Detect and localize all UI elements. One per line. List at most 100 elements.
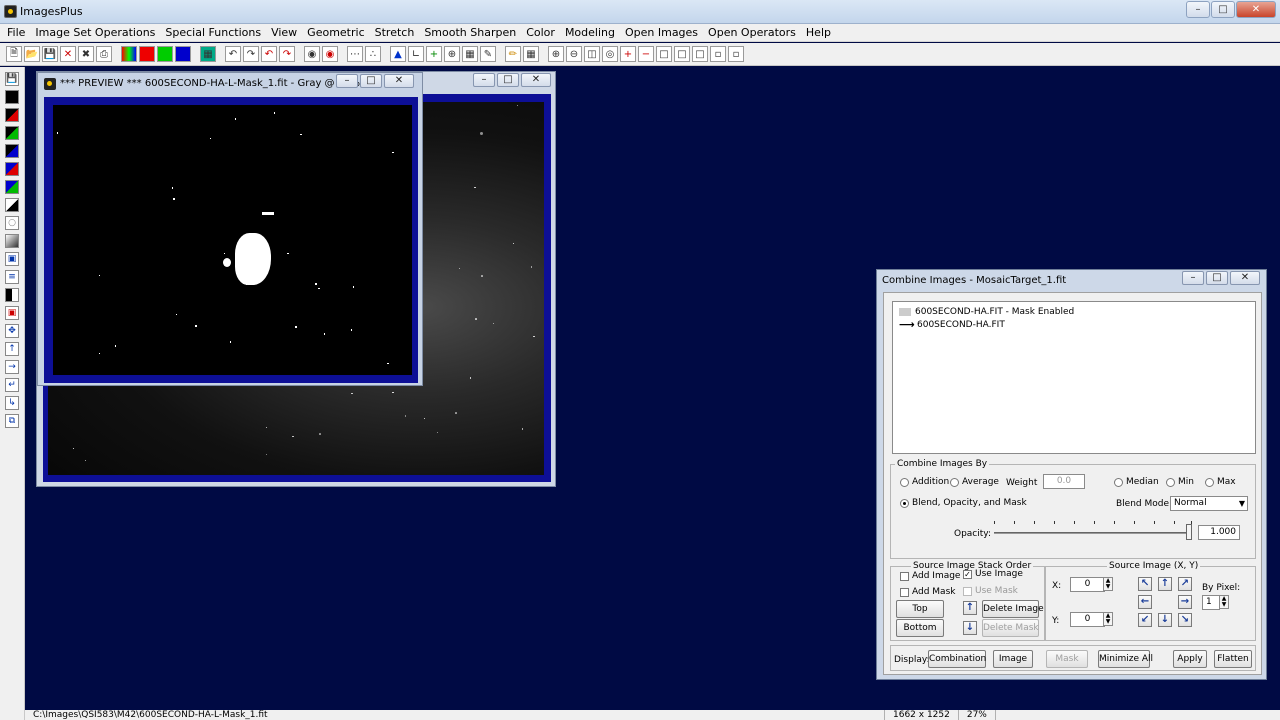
move-up-arrow-icon[interactable]: ↑ [963, 601, 977, 615]
nudge-right-icon[interactable]: → [1178, 595, 1192, 609]
menu-open-operators[interactable]: Open Operators [703, 26, 801, 39]
frame-large-icon[interactable]: □ [656, 46, 672, 62]
menu-open-images[interactable]: Open Images [620, 26, 703, 39]
preview-maximize-button[interactable]: □ [360, 74, 382, 88]
menu-view[interactable]: View [266, 26, 302, 39]
dotted-line-icon[interactable]: ⋯ [347, 46, 363, 62]
rgb-channels-icon[interactable] [121, 46, 137, 62]
blend-opacity-mask-radio[interactable]: Blend, Opacity, and Mask [900, 498, 1027, 508]
menu-special-functions[interactable]: Special Functions [160, 26, 266, 39]
mask-preview-image[interactable] [53, 105, 412, 375]
points-icon[interactable]: ∴ [365, 46, 381, 62]
addition-radio[interactable]: Addition [900, 477, 949, 487]
corner-icon[interactable]: ∟ [408, 46, 424, 62]
tree-item-mask[interactable]: 600SECOND-HA.FIT - Mask Enabled [899, 305, 1249, 318]
menu-image-set-operations[interactable]: Image Set Operations [30, 26, 160, 39]
display-image-button[interactable]: Image [993, 650, 1033, 668]
rotate-left-icon[interactable]: ↵ [5, 378, 19, 392]
center-icon[interactable]: ⊕ [444, 46, 460, 62]
save-small-icon[interactable]: 💾 [5, 72, 19, 86]
nudge-up-icon[interactable]: ↑ [1158, 577, 1172, 591]
x-offset-input[interactable]: 0 [1070, 577, 1105, 592]
nudge-up-right-icon[interactable]: ↗ [1178, 577, 1192, 591]
delete-image-button[interactable]: Delete Image [982, 600, 1044, 618]
weight-input[interactable]: 0.0 [1043, 474, 1085, 489]
use-image-checkbox[interactable]: ✓ Use Image [963, 569, 1023, 579]
menu-stretch[interactable]: Stretch [370, 26, 420, 39]
move-icon[interactable]: ✥ [5, 324, 19, 338]
green-channel-icon[interactable] [157, 46, 173, 62]
top-button[interactable]: Top [896, 600, 944, 618]
nudge-left-icon[interactable]: ← [1138, 595, 1152, 609]
menu-color[interactable]: Color [521, 26, 560, 39]
image-minimize-button[interactable]: – [473, 73, 495, 87]
display-combination-button[interactable]: Combination [928, 650, 986, 668]
levels-icon[interactable]: ≡ [5, 270, 19, 284]
close-all-icon[interactable]: ✖ [78, 46, 94, 62]
triangle-icon[interactable]: ▲ [390, 46, 406, 62]
image-maximize-button[interactable]: □ [497, 73, 519, 87]
apply-button[interactable]: Apply [1173, 650, 1207, 668]
green-black-icon[interactable] [5, 126, 19, 140]
frame-medium-icon[interactable]: □ [674, 46, 690, 62]
menu-help[interactable]: Help [801, 26, 836, 39]
image-close-button[interactable]: ✕ [521, 73, 551, 87]
undo-icon[interactable]: ↶ [225, 46, 241, 62]
opacity-input[interactable]: 1.000 [1198, 525, 1240, 540]
star-marker-icon[interactable]: ◉ [322, 46, 338, 62]
frame-tiny-icon[interactable]: ▫ [710, 46, 726, 62]
max-radio[interactable]: Max [1205, 477, 1236, 487]
zoom-fit-icon[interactable]: ◫ [584, 46, 600, 62]
right-arrow-icon[interactable]: → [5, 360, 19, 374]
y-spinner[interactable]: ▲ ▼ [1103, 612, 1113, 626]
minimize-button[interactable]: – [1186, 1, 1210, 18]
bottom-button[interactable]: Bottom [896, 619, 944, 637]
zoom-in-icon[interactable]: ⊕ [548, 46, 564, 62]
histogram-icon[interactable]: ▦ [200, 46, 216, 62]
frame-mini-icon[interactable]: ▫ [728, 46, 744, 62]
nudge-down-left-icon[interactable]: ↙ [1138, 613, 1152, 627]
preview-close-button[interactable]: ✕ [384, 74, 414, 88]
menu-modeling[interactable]: Modeling [560, 26, 620, 39]
delete-mask-button[interactable]: Delete Mask [982, 619, 1039, 637]
crosshair-icon[interactable]: + [426, 46, 442, 62]
save-icon[interactable]: 💾 [42, 46, 58, 62]
display-mask-button[interactable]: Mask [1046, 650, 1088, 668]
maximize-button[interactable]: □ [1211, 1, 1235, 18]
redo-all-icon[interactable]: ↷ [279, 46, 295, 62]
add-icon[interactable]: + [620, 46, 636, 62]
tree-item-image[interactable]: ⟶ 600SECOND-HA.FIT [899, 318, 1249, 331]
x-spinner[interactable]: ▲ ▼ [1103, 577, 1113, 591]
y-offset-input[interactable]: 0 [1070, 612, 1105, 627]
preview-minimize-button[interactable]: – [336, 74, 358, 88]
combine-minimize-button[interactable]: – [1182, 271, 1204, 285]
blue-green-icon[interactable] [5, 180, 19, 194]
menu-smooth-sharpen[interactable]: Smooth Sharpen [419, 26, 521, 39]
frame-small-icon[interactable]: □ [692, 46, 708, 62]
subtract-icon[interactable]: − [638, 46, 654, 62]
mask-icon[interactable] [5, 288, 19, 302]
gradient-icon[interactable] [5, 234, 19, 248]
nudge-down-right-icon[interactable]: ↘ [1178, 613, 1192, 627]
menu-file[interactable]: File [2, 26, 30, 39]
image-stack-tree[interactable]: 600SECOND-HA.FIT - Mask Enabled ⟶ 600SEC… [892, 301, 1256, 454]
black-square-icon[interactable] [5, 90, 19, 104]
nudge-up-left-icon[interactable]: ↖ [1138, 577, 1152, 591]
grid-icon[interactable]: ▦ [462, 46, 478, 62]
close-image-icon[interactable]: ✕ [60, 46, 76, 62]
red-channel-icon[interactable] [139, 46, 155, 62]
blue-black-icon[interactable] [5, 144, 19, 158]
up-arrow-icon[interactable]: ↑ [5, 342, 19, 356]
star-select-icon[interactable]: ◉ [304, 46, 320, 62]
select-icon[interactable]: ▣ [5, 306, 19, 320]
menu-geometric[interactable]: Geometric [302, 26, 369, 39]
flatten-button[interactable]: Flatten [1214, 650, 1252, 668]
min-radio[interactable]: Min [1166, 477, 1194, 487]
red-black-icon[interactable] [5, 108, 19, 122]
blend-mode-select[interactable]: Normal ▼ [1170, 496, 1248, 511]
rotate-right-icon[interactable]: ↳ [5, 396, 19, 410]
median-radio[interactable]: Median [1114, 477, 1159, 487]
close-button[interactable]: ✕ [1236, 1, 1276, 18]
undo-all-icon[interactable]: ↶ [261, 46, 277, 62]
black-white-icon[interactable] [5, 198, 19, 212]
